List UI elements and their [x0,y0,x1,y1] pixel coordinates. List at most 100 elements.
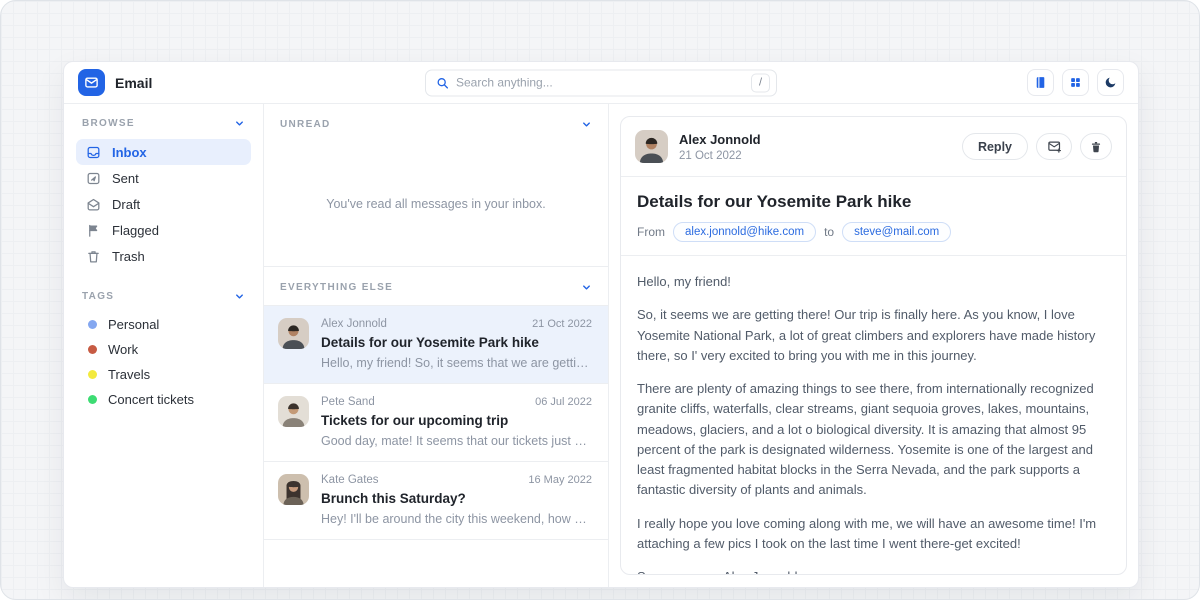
everything-else-section-header[interactable]: EVERYTHING ELSE [264,267,608,305]
sidebar-item-label: Trash [112,249,145,264]
sidebar-item-sent[interactable]: Sent [76,165,251,191]
tag-label: Work [108,342,138,357]
chevron-down-icon[interactable] [234,291,245,302]
dark-mode-toggle[interactable] [1097,69,1124,96]
mail-date: 06 Jul 2022 [535,396,592,408]
topbar-actions [1027,69,1124,96]
mail-sender: Alex Jonnold [321,318,387,330]
avatar [278,396,309,427]
email-detail-card: Alex Jonnold 21 Oct 2022 Reply [620,116,1127,575]
sidebar-item-flagged[interactable]: Flagged [76,217,251,243]
tag-color-dot [88,320,97,329]
mail-date: 16 May 2022 [528,474,592,486]
trash-icon [86,249,101,264]
inbox-icon [86,145,101,160]
detail-subject-block: Details for our Yosemite Park hike From … [621,177,1126,256]
mail-list-item[interactable]: Pete Sand 06 Jul 2022 Tickets for our up… [264,383,608,461]
sidebar-item-label: Inbox [112,145,147,160]
detail-actions: Reply [962,133,1112,160]
from-label: From [637,225,665,239]
mail-sender: Pete Sand [321,396,375,408]
sidebar-item-label: Draft [112,197,140,212]
body-paragraph: So, it seems we are getting there! Our t… [637,305,1110,366]
mail-subject: Brunch this Saturday? [321,491,592,506]
sidebar-item-label: Sent [112,171,139,186]
mail-row-content: Alex Jonnold 21 Oct 2022 Details for our… [321,318,592,370]
mail-preview: Hello, my friend! So, it seems that we a… [321,356,592,370]
mail-list-item[interactable]: Kate Gates 16 May 2022 Brunch this Satur… [264,461,608,540]
mail-list-item[interactable]: Alex Jonnold 21 Oct 2022 Details for our… [264,305,608,383]
tags-nav: Personal Work Travels Concert tickets [76,312,251,412]
desktop-background: Email / [0,0,1200,600]
mail-row-content: Pete Sand 06 Jul 2022 Tickets for our up… [321,396,592,448]
tag-item-concert-tickets[interactable]: Concert tickets [76,387,251,412]
browse-nav: Inbox Sent Draft [76,139,251,269]
tag-item-work[interactable]: Work [76,337,251,362]
search-box[interactable]: / [425,69,777,96]
brand: Email [78,69,152,96]
message-list-column: UNREAD You've read all messages in your … [264,104,609,587]
forward-mail-button[interactable] [1036,133,1072,160]
unread-section-label: UNREAD [280,119,331,130]
body-paragraph: See you soon, Alex Jonnold [637,567,1110,575]
email-app-window: Email / [63,61,1139,588]
main-area: BROWSE Inbox [64,104,1138,587]
to-email-badge[interactable]: steve@mail.com [842,222,951,242]
mail-sender: Kate Gates [321,474,379,486]
chevron-down-icon[interactable] [234,118,245,129]
tag-color-dot [88,345,97,354]
chevron-down-icon[interactable] [581,282,592,293]
mail-preview: Good day, mate! It seems that our ticket… [321,434,592,448]
tag-label: Personal [108,317,159,332]
mail-row-content: Kate Gates 16 May 2022 Brunch this Satur… [321,474,592,526]
sidebar: BROWSE Inbox [64,104,264,587]
chevron-down-icon[interactable] [581,119,592,130]
detail-sender-name: Alex Jonnold [679,132,761,147]
tags-section-label: TAGS [82,291,114,302]
search-icon [436,76,449,89]
browse-section-header[interactable]: BROWSE [76,118,251,139]
body-paragraph: Hello, my friend! [637,272,1110,292]
unread-section-header[interactable]: UNREAD [264,104,608,142]
detail-date: 21 Oct 2022 [679,150,761,162]
tag-label: Travels [108,367,150,382]
detail-panel: Alex Jonnold 21 Oct 2022 Reply [609,104,1138,587]
apps-grid-button[interactable] [1062,69,1089,96]
mail-subject: Details for our Yosemite Park hike [321,335,592,350]
detail-sender-block: Alex Jonnold 21 Oct 2022 [679,132,761,162]
contacts-button[interactable] [1027,69,1054,96]
sidebar-item-draft[interactable]: Draft [76,191,251,217]
reply-button[interactable]: Reply [962,133,1028,160]
from-email-badge[interactable]: alex.jonnold@hike.com [673,222,816,242]
sent-icon [86,171,101,186]
body-paragraph: There are plenty of amazing things to se… [637,379,1110,501]
tag-color-dot [88,395,97,404]
trash-icon [1089,140,1103,154]
flag-icon [86,223,101,238]
tag-item-travels[interactable]: Travels [76,362,251,387]
from-to-row: From alex.jonnold@hike.com to steve@mail… [637,222,1110,242]
avatar [278,474,309,505]
search-input[interactable] [456,76,744,90]
delete-mail-button[interactable] [1080,133,1112,160]
tags-section-header[interactable]: TAGS [76,269,251,312]
mail-subject: Tickets for our upcoming trip [321,413,592,428]
detail-subject: Details for our Yosemite Park hike [637,192,1110,212]
tag-label: Concert tickets [108,392,194,407]
tag-item-personal[interactable]: Personal [76,312,251,337]
email-logo-icon [78,69,105,96]
sidebar-item-trash[interactable]: Trash [76,243,251,269]
browse-section-label: BROWSE [82,118,135,129]
mail-date: 21 Oct 2022 [532,318,592,330]
grid-icon [1069,76,1082,89]
draft-icon [86,197,101,212]
mail-preview: Hey! I'll be around the city this weeken… [321,512,592,526]
book-icon [1034,76,1047,89]
tag-color-dot [88,370,97,379]
avatar [278,318,309,349]
to-label: to [824,225,834,239]
sidebar-item-label: Flagged [112,223,159,238]
search-shortcut-badge: / [751,73,770,92]
avatar [635,130,668,163]
sidebar-item-inbox[interactable]: Inbox [76,139,251,165]
